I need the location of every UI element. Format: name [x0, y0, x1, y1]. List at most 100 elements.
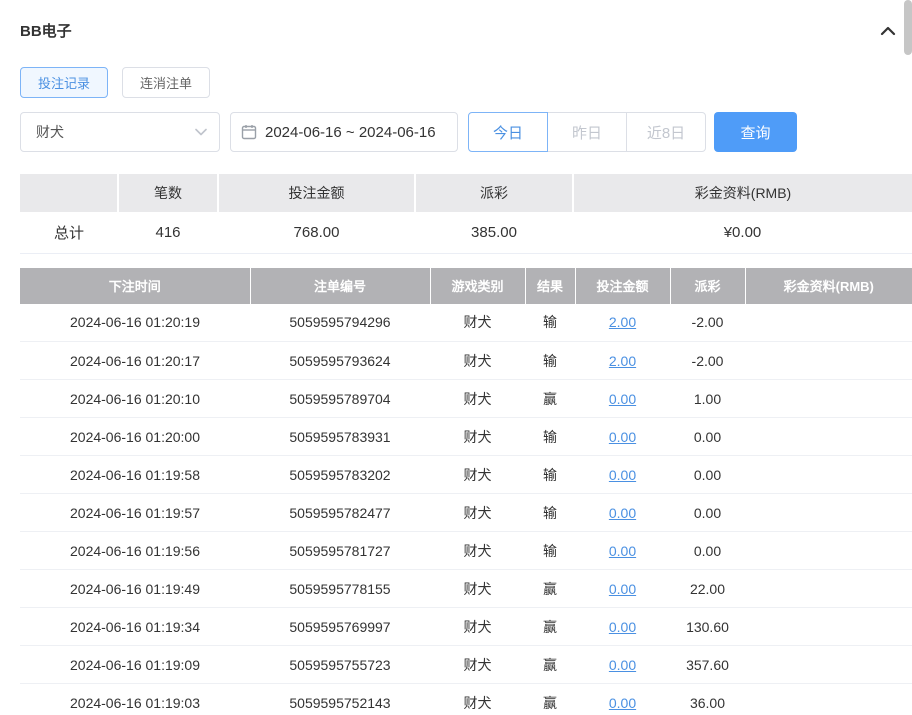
- bet-amount-cell: 0.00: [575, 608, 670, 646]
- jackpot-cell: [745, 684, 912, 715]
- jackpot-cell: [745, 342, 912, 380]
- bet-time-cell: 2024-06-16 01:19:57: [20, 494, 250, 532]
- result-cell: 输: [525, 418, 575, 456]
- game-type-cell: 财犬: [430, 380, 525, 418]
- summary-header-count: 笔数: [118, 174, 218, 212]
- bet-amount-link[interactable]: 0.00: [609, 695, 636, 711]
- game-type-cell: 财犬: [430, 684, 525, 715]
- bet-amount-link[interactable]: 0.00: [609, 429, 636, 445]
- table-row: 2024-06-16 01:19:09 5059595755723 财犬 赢 0…: [20, 646, 912, 684]
- bet-time-cell: 2024-06-16 01:20:00: [20, 418, 250, 456]
- summary-total-label: 总计: [20, 212, 118, 253]
- date-range-picker[interactable]: 2024-06-16 ~ 2024-06-16: [230, 112, 458, 152]
- bet-amount-cell: 0.00: [575, 570, 670, 608]
- table-row: 2024-06-16 01:20:10 5059595789704 财犬 赢 0…: [20, 380, 912, 418]
- summary-header-blank: [20, 174, 118, 212]
- bet-table: 下注时间 注单编号 游戏类别 结果 投注金额 派彩 彩金资料(RMB) 2024…: [20, 268, 912, 715]
- order-number-cell: 5059595752143: [250, 684, 430, 715]
- summary-payout-value: 385.00: [415, 212, 573, 253]
- bet-time-cell: 2024-06-16 01:19:49: [20, 570, 250, 608]
- game-type-cell: 财犬: [430, 608, 525, 646]
- tab-cancel-orders[interactable]: 连消注单: [122, 67, 210, 98]
- summary-header-jackpot: 彩金资料(RMB): [573, 174, 912, 212]
- payout-cell: 0.00: [670, 418, 745, 456]
- game-select[interactable]: 财犬: [20, 112, 220, 152]
- bet-amount-cell: 0.00: [575, 646, 670, 684]
- chevron-down-icon: [195, 128, 207, 136]
- bet-amount-link[interactable]: 0.00: [609, 467, 636, 483]
- result-cell: 输: [525, 304, 575, 342]
- tabs-bar: 投注记录 连消注单: [20, 67, 912, 98]
- panel-header: BB电子: [20, 20, 912, 41]
- bet-amount-cell: 0.00: [575, 532, 670, 570]
- tab-bet-records[interactable]: 投注记录: [20, 67, 108, 98]
- order-number-cell: 5059595794296: [250, 304, 430, 342]
- today-button[interactable]: 今日: [468, 112, 548, 152]
- bet-amount-link[interactable]: 0.00: [609, 581, 636, 597]
- bet-time-cell: 2024-06-16 01:19:09: [20, 646, 250, 684]
- bet-amount-link[interactable]: 0.00: [609, 619, 636, 635]
- bet-amount-link[interactable]: 0.00: [609, 391, 636, 407]
- quick-date-group: 今日 昨日 近8日: [468, 112, 706, 152]
- collapse-panel-button[interactable]: [880, 26, 896, 36]
- result-cell: 输: [525, 532, 575, 570]
- order-number-cell: 5059595789704: [250, 380, 430, 418]
- game-select-value: 财犬: [36, 122, 64, 142]
- payout-cell: 0.00: [670, 494, 745, 532]
- header-payout: 派彩: [670, 268, 745, 304]
- table-row: 2024-06-16 01:20:19 5059595794296 财犬 输 2…: [20, 304, 912, 342]
- header-game-type: 游戏类别: [430, 268, 525, 304]
- payout-cell: -2.00: [670, 342, 745, 380]
- game-type-cell: 财犬: [430, 532, 525, 570]
- summary-bet-amount-value: 768.00: [218, 212, 415, 253]
- payout-cell: -2.00: [670, 304, 745, 342]
- table-row: 2024-06-16 01:20:00 5059595783931 财犬 输 0…: [20, 418, 912, 456]
- bet-amount-cell: 0.00: [575, 494, 670, 532]
- result-cell: 输: [525, 456, 575, 494]
- bet-time-cell: 2024-06-16 01:19:34: [20, 608, 250, 646]
- payout-cell: 0.00: [670, 532, 745, 570]
- order-number-cell: 5059595769997: [250, 608, 430, 646]
- scrollbar[interactable]: [904, 0, 912, 55]
- header-jackpot: 彩金资料(RMB): [745, 268, 912, 304]
- result-cell: 赢: [525, 646, 575, 684]
- last-8-days-button[interactable]: 近8日: [626, 112, 706, 152]
- payout-cell: 0.00: [670, 456, 745, 494]
- summary-count-value: 416: [118, 212, 218, 253]
- bet-time-cell: 2024-06-16 01:19:03: [20, 684, 250, 715]
- bet-amount-cell: 0.00: [575, 456, 670, 494]
- summary-total-row: 总计 416 768.00 385.00 ¥0.00: [20, 212, 912, 253]
- table-row: 2024-06-16 01:19:34 5059595769997 财犬 赢 0…: [20, 608, 912, 646]
- table-row: 2024-06-16 01:19:03 5059595752143 财犬 赢 0…: [20, 684, 912, 715]
- search-button[interactable]: 查询: [714, 112, 797, 152]
- result-cell: 赢: [525, 570, 575, 608]
- calendar-icon: [241, 124, 257, 140]
- summary-header-bet-amount: 投注金额: [218, 174, 415, 212]
- bet-amount-link[interactable]: 2.00: [609, 353, 636, 369]
- table-row: 2024-06-16 01:19:49 5059595778155 财犬 赢 0…: [20, 570, 912, 608]
- bet-amount-link[interactable]: 0.00: [609, 657, 636, 673]
- page-title: BB电子: [20, 20, 72, 41]
- bet-amount-link[interactable]: 0.00: [609, 505, 636, 521]
- jackpot-cell: [745, 570, 912, 608]
- order-number-cell: 5059595755723: [250, 646, 430, 684]
- jackpot-cell: [745, 494, 912, 532]
- payout-cell: 130.60: [670, 608, 745, 646]
- jackpot-cell: [745, 646, 912, 684]
- bet-amount-link[interactable]: 0.00: [609, 543, 636, 559]
- bet-rows: 2024-06-16 01:20:19 5059595794296 财犬 输 2…: [20, 304, 912, 715]
- yesterday-button[interactable]: 昨日: [547, 112, 627, 152]
- order-number-cell: 5059595778155: [250, 570, 430, 608]
- game-type-cell: 财犬: [430, 304, 525, 342]
- jackpot-cell: [745, 456, 912, 494]
- header-result: 结果: [525, 268, 575, 304]
- result-cell: 赢: [525, 608, 575, 646]
- payout-cell: 22.00: [670, 570, 745, 608]
- game-type-cell: 财犬: [430, 646, 525, 684]
- game-type-cell: 财犬: [430, 418, 525, 456]
- bet-time-cell: 2024-06-16 01:19:56: [20, 532, 250, 570]
- jackpot-cell: [745, 380, 912, 418]
- bet-amount-link[interactable]: 2.00: [609, 314, 636, 330]
- summary-header-payout: 派彩: [415, 174, 573, 212]
- order-number-cell: 5059595782477: [250, 494, 430, 532]
